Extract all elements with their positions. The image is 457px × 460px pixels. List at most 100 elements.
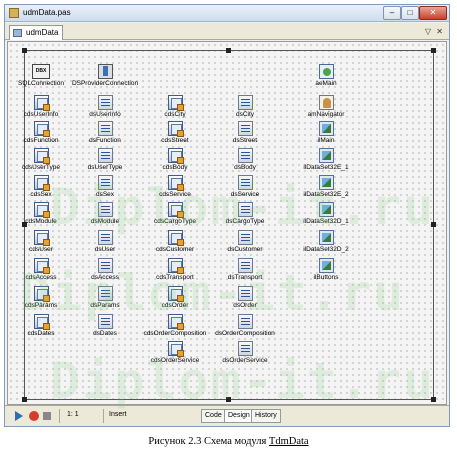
minimize-button[interactable]: – <box>383 6 401 20</box>
component-dsfunction[interactable]: dsFunction <box>68 121 142 145</box>
component-dsaccess[interactable]: dsAccess <box>68 258 142 282</box>
client-dataset-icon <box>33 314 50 330</box>
resize-handle[interactable] <box>431 222 436 227</box>
client-dataset-icon <box>167 341 184 357</box>
component-dsproviderconnection[interactable]: DSProviderConnection <box>68 64 142 88</box>
datasource-icon <box>237 121 253 136</box>
component-label: dsBody <box>234 164 256 171</box>
client-dataset-icon <box>167 95 184 111</box>
component-cdscustomer[interactable]: cdsCustomer <box>138 230 212 254</box>
component-ildataset32e-1[interactable]: ilDataSet32E_1 <box>289 148 363 172</box>
component-ilmain[interactable]: ilMain <box>289 121 363 145</box>
component-label: dsCity <box>235 111 255 118</box>
datasource-icon <box>237 202 253 217</box>
record-stop-icon[interactable] <box>29 411 39 421</box>
resize-handle[interactable] <box>22 48 27 53</box>
component-label: cdsTransport <box>156 274 194 281</box>
component-dsuserinfo[interactable]: dsUserInfo <box>68 95 142 119</box>
close-tab-icon[interactable]: ✕ <box>436 27 443 36</box>
component-label: aeMain <box>315 80 337 87</box>
component-label: dsUser <box>94 246 116 253</box>
component-label: amNavigator <box>307 111 345 118</box>
component-dsorderservice[interactable]: dsOrderService <box>208 341 282 365</box>
component-dsservice[interactable]: dsService <box>208 175 282 199</box>
tab-udmdata[interactable]: udmData <box>9 25 64 40</box>
component-ildataset32e-2[interactable]: ilDataSet32E_2 <box>289 175 363 199</box>
title-bar[interactable]: udmData.pas – □ ✕ <box>5 5 449 22</box>
component-label: dsOrderComposition <box>215 330 275 337</box>
component-cdscity[interactable]: cdsCity <box>138 95 212 119</box>
view-tab-design[interactable]: Design <box>224 409 254 423</box>
component-dsstreet[interactable]: dsStreet <box>208 121 282 145</box>
image-list-icon <box>318 258 334 273</box>
resize-handle[interactable] <box>22 397 27 402</box>
component-cdsbody[interactable]: cdsBody <box>138 148 212 172</box>
resize-handle[interactable] <box>226 397 231 402</box>
component-dstransport[interactable]: dsTransport <box>208 258 282 282</box>
component-label: ilMain <box>317 137 335 144</box>
close-button[interactable]: ✕ <box>419 6 447 20</box>
insert-mode: Insert <box>109 411 127 418</box>
component-cdscargotype[interactable]: cdsCargoType <box>138 202 212 226</box>
client-dataset-icon <box>33 148 50 164</box>
datasource-icon <box>97 286 113 301</box>
figure-caption: Рисунок 2.3 Схема модуля TdmData <box>0 436 457 447</box>
stop-icon[interactable] <box>43 412 51 420</box>
component-label: cdsCity <box>164 111 186 118</box>
component-label: cdsService <box>159 191 191 198</box>
component-cdsordercomposition[interactable]: cdsOrderComposition <box>138 314 212 338</box>
client-dataset-icon <box>33 286 50 302</box>
component-dsordercomposition[interactable]: dsOrderComposition <box>208 314 282 338</box>
client-dataset-icon <box>33 95 50 111</box>
component-cdsstreet[interactable]: cdsStreet <box>138 121 212 145</box>
client-dataset-icon <box>167 286 184 302</box>
play-icon[interactable] <box>15 411 23 421</box>
component-ildataset32d-2[interactable]: ilDataSet32D_2 <box>289 230 363 254</box>
component-dssex[interactable]: dsSex <box>68 175 142 199</box>
component-aemain[interactable]: aeMain <box>289 64 363 88</box>
form-designer[interactable]: DBX SQLConnection DSProviderConnection aeMa… <box>7 41 447 405</box>
sql-connection-icon: DBX <box>32 64 50 79</box>
component-label: dsCustomer <box>227 246 263 253</box>
component-cdstransport[interactable]: cdsTransport <box>138 258 212 282</box>
component-label: dsDates <box>93 330 117 337</box>
resize-handle[interactable] <box>431 397 436 402</box>
component-label: dsTransport <box>227 274 263 281</box>
component-dsuser[interactable]: dsUser <box>68 230 142 254</box>
component-label: dsFunction <box>89 137 121 144</box>
component-label: dsParams <box>90 302 120 309</box>
component-dscustomer[interactable]: dsCustomer <box>208 230 282 254</box>
client-dataset-icon <box>33 258 50 274</box>
resize-handle[interactable] <box>226 48 231 53</box>
component-ildataset32d-1[interactable]: ilDataSet32D_1 <box>289 202 363 226</box>
component-dsdates[interactable]: dsDates <box>68 314 142 338</box>
component-dsbody[interactable]: dsBody <box>208 148 282 172</box>
image-list-icon <box>318 202 334 217</box>
component-label: cdsOrderComposition <box>143 330 207 337</box>
maximize-button[interactable]: □ <box>401 6 419 20</box>
component-dscargotype[interactable]: dsCargoType <box>208 202 282 226</box>
component-cdsservice[interactable]: cdsService <box>138 175 212 199</box>
pascal-file-icon <box>9 8 19 18</box>
component-dscity[interactable]: dsCity <box>208 95 282 119</box>
client-dataset-icon <box>167 148 184 164</box>
component-dsparams[interactable]: dsParams <box>68 286 142 310</box>
datasource-icon <box>237 148 253 163</box>
component-label: dsUserInfo <box>89 111 121 118</box>
chevron-down-icon[interactable]: ▽ <box>425 27 431 36</box>
view-tab-code[interactable]: Code <box>201 409 226 423</box>
view-tab-history[interactable]: History <box>251 409 281 423</box>
component-amnavigator[interactable]: amNavigator <box>289 95 363 119</box>
status-bar: 1: 1 Insert Code Design History <box>5 405 449 426</box>
component-ilbuttons[interactable]: ilButtons <box>289 258 363 282</box>
client-dataset-icon <box>167 121 184 137</box>
resize-handle[interactable] <box>431 48 436 53</box>
image-list-icon <box>318 148 334 163</box>
component-cdsorder[interactable]: cdsOrder <box>138 286 212 310</box>
component-label: cdsOrderService <box>150 357 200 364</box>
component-cdsorderservice[interactable]: cdsOrderService <box>138 341 212 365</box>
component-label: cdsCustomer <box>155 246 195 253</box>
component-dsusertype[interactable]: dsUserType <box>68 148 142 172</box>
component-dsmodule[interactable]: dsModule <box>68 202 142 226</box>
component-dsorder[interactable]: dsOrder <box>208 286 282 310</box>
